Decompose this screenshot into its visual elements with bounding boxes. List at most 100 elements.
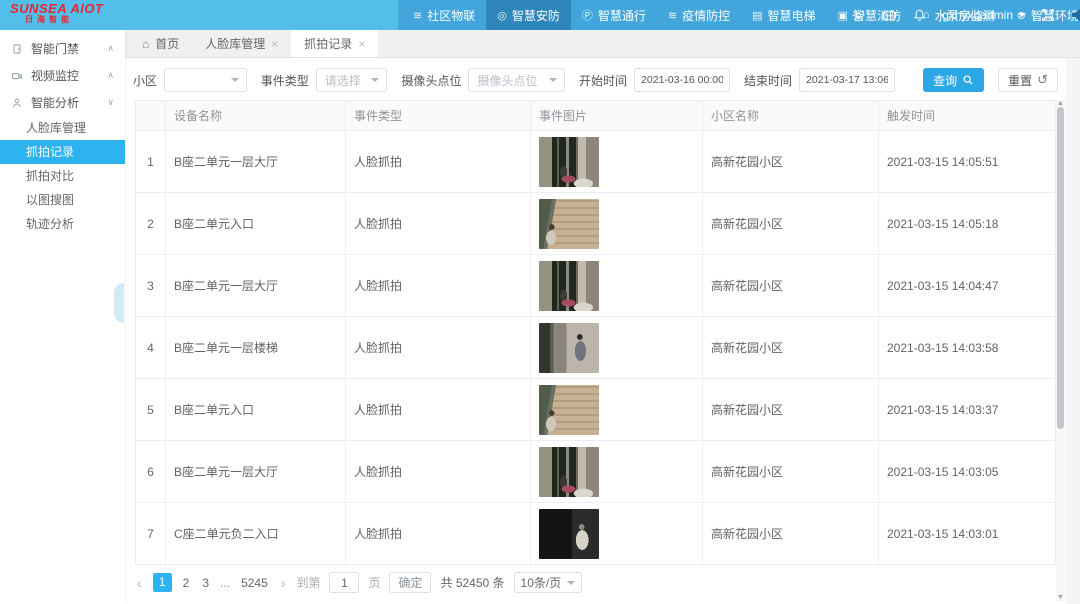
- trigger-time-cell: 2021-03-15 14:05:18: [879, 193, 1056, 255]
- brand-logo: SUNSEA AIOT 日海智能: [10, 2, 103, 24]
- event-snapshot-image[interactable]: [539, 199, 599, 249]
- scrollbar-thumb[interactable]: [1057, 107, 1064, 429]
- door-lock-icon: [11, 43, 23, 55]
- community-name-cell: 高新花园小区: [703, 441, 879, 503]
- chevron-down-icon: [1018, 13, 1026, 21]
- table-scrollbar[interactable]: ▲ ▼: [1056, 100, 1065, 601]
- reset-button[interactable]: 重置 ↺: [998, 68, 1058, 92]
- person-icon: [11, 97, 23, 109]
- message-card-icon[interactable]: [881, 8, 897, 23]
- index-column-header: [136, 101, 166, 131]
- page-number-2[interactable]: 2: [181, 576, 192, 590]
- sidebar-item-search-by-image[interactable]: 以图搜图: [0, 188, 125, 212]
- trigger-time-cell: 2021-03-15 14:03:01: [879, 503, 1056, 565]
- goto-page-input[interactable]: [329, 572, 359, 593]
- community-name-cell: 高新花园小区: [703, 317, 879, 379]
- next-page-icon[interactable]: ›: [279, 575, 288, 591]
- table-body: 1B座二单元一层大厅人脸抓拍高新花园小区2021-03-15 14:05:512…: [136, 131, 1056, 565]
- end-time-label: 结束时间: [744, 72, 792, 89]
- prev-page-icon[interactable]: ‹: [135, 575, 144, 591]
- nav-item-label: 智慧安防: [512, 7, 560, 24]
- epidemic-waves-icon: ≋: [668, 9, 677, 22]
- filter-bar: 小区 事件类型 请选择 摄像头点位 摄像头点位 开始时间 结束时间: [125, 58, 1066, 100]
- search-button-label: 查询: [933, 72, 957, 89]
- reset-button-label: 重置: [1008, 72, 1032, 89]
- row-index-cell: 2: [136, 193, 166, 255]
- event-snapshot-image[interactable]: [539, 509, 599, 559]
- event-type-cell: 人脸抓拍: [346, 255, 531, 317]
- row-index-cell: 4: [136, 317, 166, 379]
- sidebar-item-video-monitor[interactable]: 视频监控 ∧: [0, 62, 125, 89]
- table-header-row: 设备名称 事件类型 事件图片 小区名称 触发时间: [136, 101, 1056, 131]
- start-time-input[interactable]: [634, 68, 730, 92]
- event-image-cell: [531, 193, 703, 255]
- scroll-down-icon[interactable]: ▼: [1056, 594, 1065, 601]
- community-name-cell: 高新花园小区: [703, 503, 879, 565]
- device-column-header: 设备名称: [166, 101, 346, 131]
- goto-confirm-button[interactable]: 确定: [389, 572, 431, 593]
- page-number-last[interactable]: 5245: [239, 576, 270, 590]
- chevron-down-icon: [567, 581, 575, 589]
- scroll-up-icon[interactable]: ▲: [1056, 100, 1065, 107]
- row-index-cell: 6: [136, 441, 166, 503]
- tab-capture-records[interactable]: 抓拍记录 ×: [291, 30, 378, 57]
- nav-item-smart-access[interactable]: Ⓟ 智慧通行: [571, 0, 657, 30]
- sidebar-item-smart-analysis[interactable]: 智能分析 ∨: [0, 89, 125, 116]
- device-name-cell: B座二单元一层大厅: [166, 131, 346, 193]
- sidebar-item-trajectory-analysis[interactable]: 轨迹分析: [0, 212, 125, 236]
- page-number-1[interactable]: 1: [153, 573, 172, 592]
- user-menu[interactable]: gxhyxqadmin: [942, 8, 1026, 22]
- nav-item-smart-elevator[interactable]: ▤ 智慧电梯: [741, 0, 826, 30]
- sidebar-item-face-library[interactable]: 人脸库管理: [0, 116, 125, 140]
- sidebar-collapse-handle[interactable]: [114, 283, 124, 323]
- event-snapshot-image[interactable]: [539, 385, 599, 435]
- table-row: 3B座二单元一层大厅人脸抓拍高新花园小区2021-03-15 14:04:47: [136, 255, 1056, 317]
- table-row: 4B座二单元一层楼梯人脸抓拍高新花园小区2021-03-15 14:03:58: [136, 317, 1056, 379]
- search-button[interactable]: 查询: [923, 68, 984, 92]
- row-index-cell: 5: [136, 379, 166, 441]
- nav-item-community-iot[interactable]: ≋ 社区物联: [402, 0, 486, 30]
- event-snapshot-image[interactable]: [539, 323, 599, 373]
- event-snapshot-image[interactable]: [539, 137, 599, 187]
- close-icon[interactable]: ×: [271, 37, 278, 51]
- start-time-label: 开始时间: [579, 72, 627, 89]
- chevron-down-icon: ∨: [107, 97, 114, 108]
- device-name-cell: B座二单元入口: [166, 193, 346, 255]
- sidebar-item-capture-records[interactable]: 抓拍记录: [0, 140, 125, 164]
- video-camera-icon: [11, 70, 23, 82]
- trigger-time-cell: 2021-03-15 14:03:37: [879, 379, 1056, 441]
- community-select[interactable]: [164, 68, 247, 92]
- event-snapshot-image[interactable]: [539, 261, 599, 311]
- event-snapshot-image[interactable]: [539, 447, 599, 497]
- camera-select[interactable]: 摄像头点位: [468, 68, 565, 92]
- goto-page-label: 到第: [296, 574, 320, 591]
- event-image-cell: [531, 379, 703, 441]
- sidebar-item-label: 智能门禁: [31, 40, 79, 57]
- tab-label: 首页: [155, 35, 179, 52]
- trigger-time-cell: 2021-03-15 14:03:58: [879, 317, 1056, 379]
- trigger-time-column-header: 触发时间: [879, 101, 1056, 131]
- event-type-select[interactable]: 请选择: [316, 68, 388, 92]
- main-panel: 小区 事件类型 请选择 摄像头点位 摄像头点位 开始时间 结束时间: [125, 58, 1066, 604]
- end-time-input[interactable]: [799, 68, 895, 92]
- sidebar-item-capture-compare[interactable]: 抓拍对比: [0, 164, 125, 188]
- page-ellipsis: ...: [220, 576, 230, 590]
- tab-face-library[interactable]: 人脸库管理 ×: [192, 30, 291, 57]
- announcement-speaker-icon[interactable]: [1070, 7, 1080, 23]
- page-size-select[interactable]: 10条/页: [514, 572, 583, 593]
- event-image-column-header: 事件图片: [531, 101, 703, 131]
- sidebar-item-door-access[interactable]: 智能门禁 ∧: [0, 35, 125, 62]
- nav-item-smart-security[interactable]: ◎ 智慧安防: [486, 0, 571, 30]
- page-number-3[interactable]: 3: [200, 576, 211, 590]
- iot-waves-icon: ≋: [413, 9, 422, 22]
- tab-home[interactable]: ⌂ 首页: [129, 30, 192, 57]
- nav-item-epidemic-control[interactable]: ≋ 疫情防控: [657, 0, 741, 30]
- settings-gear-icon[interactable]: [851, 8, 866, 23]
- row-index-cell: 7: [136, 503, 166, 565]
- community-name-cell: 高新花园小区: [703, 131, 879, 193]
- fullscreen-icon[interactable]: [1041, 8, 1055, 22]
- notification-bell-icon[interactable]: [912, 8, 927, 23]
- close-icon[interactable]: ×: [358, 37, 365, 51]
- search-icon: [962, 74, 974, 86]
- device-name-cell: C座二单元负二入口: [166, 503, 346, 565]
